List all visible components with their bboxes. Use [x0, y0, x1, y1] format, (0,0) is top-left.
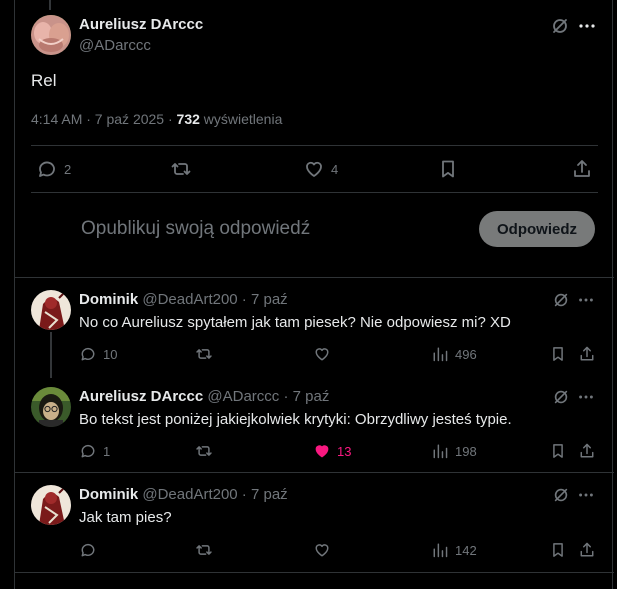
author-name[interactable]: Aureliusz DArccc	[79, 388, 203, 405]
bookmark-icon	[553, 543, 563, 557]
reply-icon	[81, 444, 95, 458]
views-label: wyświetlenia	[203, 111, 283, 127]
reply-count: 2	[64, 161, 72, 177]
bookmark-icon	[553, 347, 563, 361]
reply-text: No co Aureliusz spytałem jak tam piesek?…	[79, 314, 511, 331]
like-filled-icon	[315, 445, 329, 458]
thread-line	[50, 332, 52, 378]
share-action[interactable]	[571, 158, 593, 180]
reply-count: 10	[103, 346, 118, 362]
author-name[interactable]: Aureliusz DArccc	[79, 16, 203, 33]
share-icon	[580, 346, 594, 361]
reply-action[interactable]	[79, 541, 103, 559]
share-icon	[574, 160, 590, 177]
like-action[interactable]	[313, 345, 331, 363]
repost-action[interactable]	[170, 158, 198, 180]
repost-icon	[196, 446, 212, 456]
divider	[15, 572, 614, 573]
reply-composer-input[interactable]: Opublikuj swoją odpowiedź	[81, 218, 310, 240]
reply-post[interactable]: Dominik @DeadArt200 · 7 paź No co Aureli…	[15, 278, 614, 378]
share-icon	[580, 542, 594, 557]
like-action[interactable]	[313, 541, 331, 559]
share-action[interactable]	[578, 345, 596, 363]
author-name[interactable]: Dominik	[79, 486, 138, 503]
reply-action[interactable]: 1	[79, 442, 110, 460]
like-icon	[315, 544, 329, 557]
reply-post[interactable]: Dominik @DeadArt200 · 7 paź Jak tam pies…	[15, 473, 614, 573]
divider	[31, 192, 598, 193]
author-handle[interactable]: @ADarccc · 7 paź	[207, 388, 329, 405]
more-icon[interactable]	[577, 486, 597, 506]
bookmark-action[interactable]	[437, 158, 459, 180]
views-icon	[433, 543, 448, 558]
repost-action[interactable]	[195, 541, 213, 559]
more-icon[interactable]	[577, 16, 597, 36]
bookmark-action[interactable]	[549, 541, 567, 559]
like-action-active[interactable]: 13	[313, 442, 351, 460]
repost-action[interactable]	[195, 345, 213, 363]
repost-action[interactable]	[195, 442, 213, 460]
views-count: 496	[455, 346, 477, 362]
avatar-deadart200[interactable]	[31, 290, 71, 330]
reply-header: Aureliusz DArccc @ADarccc · 7 paź	[79, 388, 329, 405]
views-count: 142	[455, 542, 477, 558]
bookmark-action[interactable]	[549, 442, 567, 460]
views-action[interactable]: 198	[431, 442, 477, 460]
repost-icon	[196, 545, 212, 555]
reply-text: Jak tam pies?	[79, 509, 172, 526]
post-text: Rel	[31, 71, 57, 90]
grok-icon[interactable]	[550, 16, 570, 36]
share-action[interactable]	[578, 442, 596, 460]
views-action[interactable]: 496	[431, 345, 477, 363]
reply-icon	[39, 161, 55, 177]
divider	[31, 145, 598, 146]
post-meta: 4:14 AM · 7 paź 2025 · 732 wyświetlenia	[31, 111, 282, 127]
reply-text: Bo tekst jest poniżej jakiejkolwiek kryt…	[79, 411, 512, 428]
reply-count: 1	[103, 443, 111, 459]
author-handle[interactable]: @ADarccc	[79, 37, 151, 54]
grok-icon[interactable]	[552, 388, 572, 408]
reply-action[interactable]: 10	[79, 345, 117, 363]
grok-icon[interactable]	[552, 291, 572, 311]
views-icon	[433, 347, 448, 362]
reply-icon	[81, 543, 95, 557]
views-action[interactable]: 142	[431, 541, 477, 559]
like-icon	[306, 161, 322, 177]
conversation-column: Aureliusz DArccc @ADarccc Rel 4:14 AM · …	[14, 0, 614, 589]
reply-header: Dominik @DeadArt200 · 7 paź	[79, 291, 288, 308]
share-icon	[580, 443, 594, 458]
like-count: 13	[337, 443, 352, 459]
repost-icon	[196, 349, 212, 359]
like-count: 4	[331, 161, 339, 177]
more-icon[interactable]	[577, 291, 597, 311]
like-action[interactable]: 4	[303, 158, 338, 180]
author-name[interactable]: Dominik	[79, 291, 138, 308]
reply-header: Dominik @DeadArt200 · 7 paź	[79, 486, 288, 503]
avatar-adarccc[interactable]	[31, 387, 71, 427]
bookmark-icon	[442, 160, 454, 178]
bookmark-icon	[553, 444, 563, 458]
author-handle[interactable]: @DeadArt200 · 7 paź	[142, 291, 287, 308]
composer-avatar[interactable]	[31, 15, 71, 55]
more-icon[interactable]	[577, 388, 597, 408]
bookmark-action[interactable]	[549, 345, 567, 363]
main-post: Aureliusz DArccc @ADarccc Rel 4:14 AM · …	[15, 0, 614, 278]
views-icon	[433, 444, 448, 459]
avatar-deadart200[interactable]	[31, 485, 71, 525]
views-count: 198	[455, 443, 477, 459]
share-action[interactable]	[578, 541, 596, 559]
views-count: 732	[176, 111, 200, 127]
reply-post[interactable]: Aureliusz DArccc @ADarccc · 7 paź Bo tek…	[15, 375, 614, 473]
post-time[interactable]: 4:14 AM · 7 paź 2025 ·	[31, 111, 173, 127]
repost-icon	[171, 163, 191, 175]
reply-submit-button[interactable]: Odpowiedz	[479, 211, 595, 247]
thread-line-up	[49, 0, 51, 10]
reply-icon	[81, 347, 95, 361]
author-handle[interactable]: @DeadArt200 · 7 paź	[142, 486, 287, 503]
grok-icon[interactable]	[552, 486, 572, 506]
like-icon	[315, 348, 329, 361]
reply-action[interactable]: 2	[36, 158, 71, 180]
